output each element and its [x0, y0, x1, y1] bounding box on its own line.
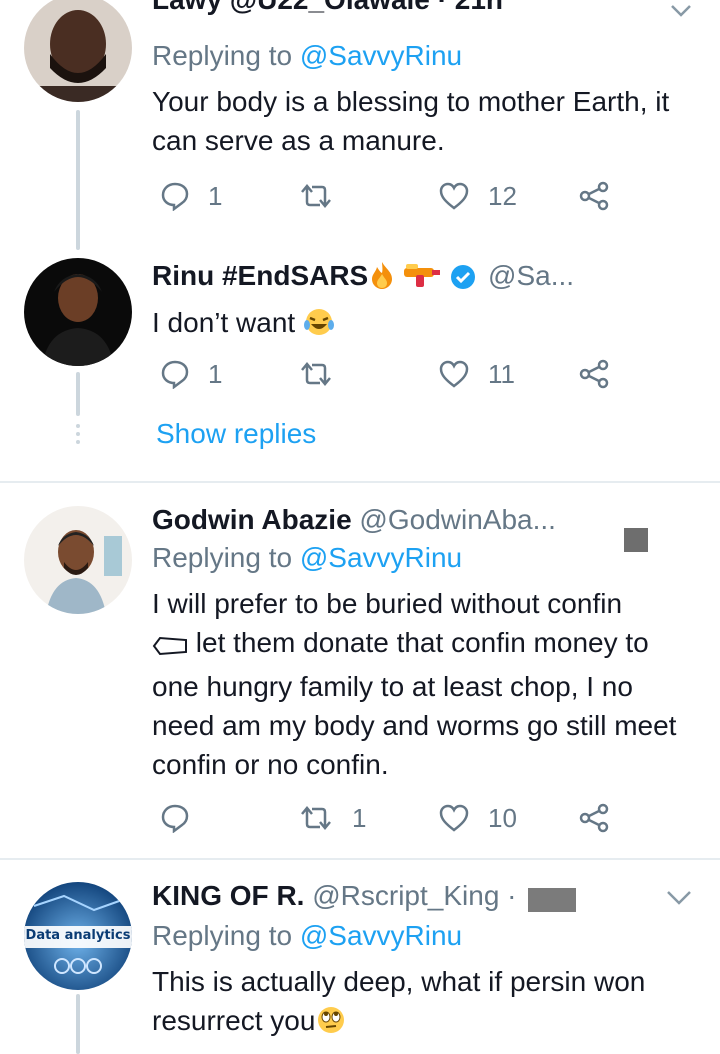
reply-icon [160, 181, 190, 211]
like-count: 11 [488, 358, 515, 389]
share-button[interactable] [578, 174, 610, 218]
avatar-label: Data analytics [25, 928, 131, 943]
like-icon [438, 181, 470, 211]
display-name[interactable]: KING OF R. [152, 880, 304, 911]
tweet-header: KING OF R. @Rscript_King · [152, 880, 517, 911]
fire-emoji [368, 260, 396, 299]
replying-to: Replying to @SavvyRinu [152, 920, 463, 951]
tweet-header: Godwin Abazie @GodwinAba... [152, 502, 690, 538]
retweet-button[interactable]: 1 [298, 796, 366, 840]
water-gun-emoji [402, 262, 442, 299]
avatar[interactable]: Data analytics [24, 882, 132, 990]
replying-to: Replying to @SavvyRinu [152, 40, 463, 71]
divider [0, 481, 720, 483]
tweet-text: This is actually deep, what if persin wo… [152, 962, 690, 1045]
display-name[interactable]: Godwin Abazie [152, 504, 352, 535]
retweet-icon [298, 182, 334, 210]
mention-link[interactable]: @SavvyRinu [300, 920, 462, 951]
share-button[interactable] [578, 796, 610, 840]
display-name[interactable]: Rinu #EndSARS [152, 260, 368, 291]
retweet-button[interactable] [298, 174, 352, 218]
tweet-text: I don’t want [152, 303, 690, 347]
retweet-count: 1 [352, 802, 367, 833]
tweet-text: Your body is a blessing to mother Earth,… [152, 86, 670, 156]
tweet-4[interactable]: Data analytics KING OF R. @Rscript_King … [0, 860, 720, 1054]
mention-link[interactable]: @SavvyRinu [300, 542, 462, 573]
reply-count: 1 [208, 358, 223, 389]
verified-badge-icon [450, 263, 476, 299]
retweet-icon [298, 804, 334, 832]
like-icon [438, 803, 470, 833]
coffin-emoji [152, 628, 188, 667]
avatar[interactable] [24, 506, 132, 614]
redaction-block [528, 888, 576, 912]
thread-line [76, 372, 80, 416]
eye-roll-emoji [315, 1005, 347, 1045]
avatar[interactable] [24, 258, 132, 366]
chevron-down-icon[interactable] [670, 4, 692, 23]
share-icon [578, 358, 610, 390]
tweet-2[interactable]: Rinu #EndSARS @Sa... I don’t want 1 11 S… [0, 250, 720, 478]
reply-button[interactable]: 1 [160, 174, 222, 218]
tweet-3[interactable]: Godwin Abazie @GodwinAba... Replying to … [0, 484, 720, 856]
like-count: 10 [488, 802, 517, 833]
replying-to: Replying to @SavvyRinu [152, 542, 463, 573]
tweet-header: Lawy @U22_Olawale · 21h [152, 0, 690, 18]
reply-count: 1 [208, 180, 223, 211]
tweet-text: I will prefer to be buried without confi… [152, 588, 677, 780]
handle[interactable]: @GodwinAba... [359, 504, 556, 535]
laughing-emoji [303, 307, 335, 347]
share-button[interactable] [578, 352, 610, 396]
like-count: 12 [488, 180, 517, 211]
like-button[interactable]: 10 [438, 796, 517, 840]
reply-button[interactable] [160, 796, 208, 840]
thread-more-dots [76, 424, 80, 444]
thread-line [76, 994, 80, 1054]
share-icon [578, 802, 610, 834]
tweet-header: Rinu #EndSARS @Sa... [152, 258, 690, 299]
avatar[interactable] [24, 0, 132, 102]
like-button[interactable]: 11 [438, 352, 515, 396]
like-button[interactable]: 12 [438, 174, 517, 218]
handle[interactable]: @Sa... [488, 260, 574, 291]
reply-button[interactable]: 1 [160, 352, 222, 396]
handle[interactable]: @Rscript_King [312, 880, 499, 911]
reply-icon [160, 803, 190, 833]
show-replies-link[interactable]: Show replies [156, 418, 316, 450]
like-icon [438, 359, 470, 389]
reply-icon [160, 359, 190, 389]
thread-line [76, 110, 80, 250]
share-icon [578, 180, 610, 212]
chevron-down-icon[interactable] [666, 890, 692, 911]
retweet-icon [298, 360, 334, 388]
tweet-1[interactable]: Lawy @U22_Olawale · 21h Replying to @Sav… [0, 0, 720, 250]
retweet-button[interactable] [298, 352, 352, 396]
mention-link[interactable]: @SavvyRinu [300, 40, 462, 71]
